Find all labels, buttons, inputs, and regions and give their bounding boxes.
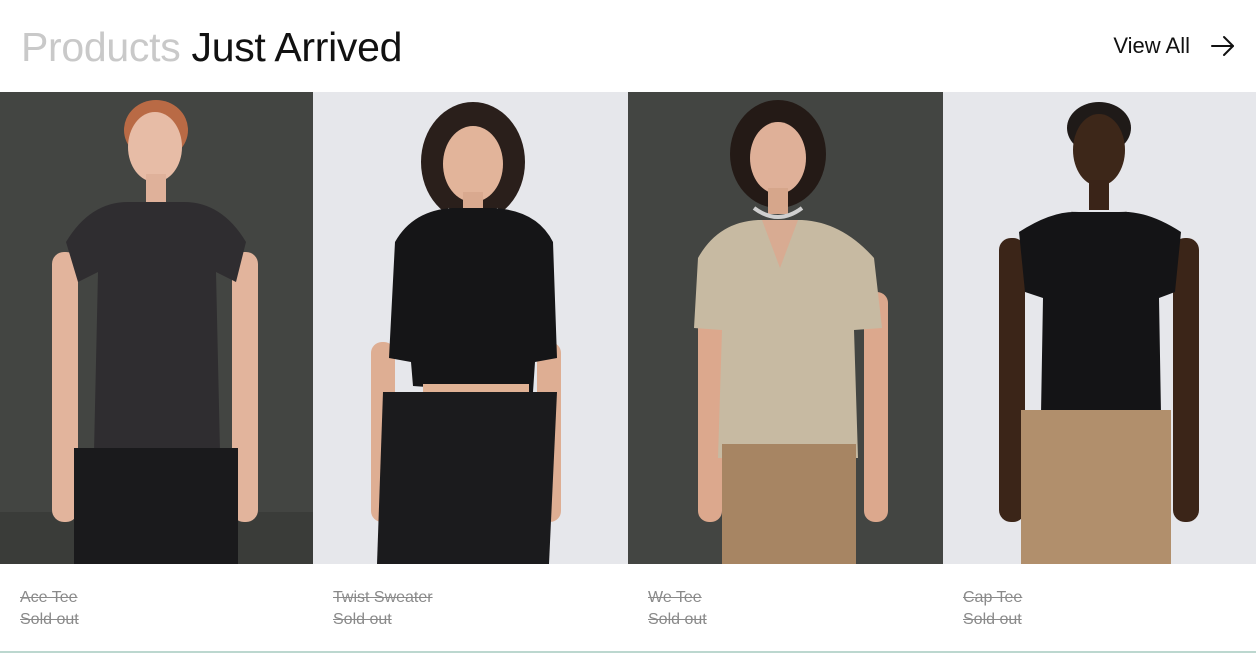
product-card[interactable]: Twist Sweater Sold out <box>313 92 628 653</box>
product-name[interactable]: Twist Sweater <box>333 587 433 609</box>
product-card[interactable]: Cap Tee Sold out <box>943 92 1256 653</box>
view-all-label: View All <box>1113 33 1190 58</box>
product-name[interactable]: We Tee <box>648 587 707 609</box>
product-meta: We Tee Sold out <box>648 587 707 631</box>
product-status: Sold out <box>963 611 1022 628</box>
section-title: Products Just Arrived <box>21 24 402 70</box>
product-card[interactable]: Ace Tee Sold out <box>0 92 313 653</box>
product-status: Sold out <box>648 611 707 628</box>
product-card[interactable]: We Tee Sold out <box>628 92 943 653</box>
product-status: Sold out <box>333 611 392 628</box>
product-image[interactable] <box>628 92 943 564</box>
product-image[interactable] <box>943 92 1256 564</box>
product-image[interactable] <box>0 92 313 564</box>
section-title-main: Just Arrived <box>191 24 403 70</box>
arrow-right-icon <box>1210 33 1236 59</box>
view-all-link[interactable]: View All <box>1113 30 1236 62</box>
product-meta: Ace Tee Sold out <box>20 587 79 631</box>
product-status: Sold out <box>20 611 79 628</box>
product-image[interactable] <box>313 92 628 564</box>
product-name[interactable]: Ace Tee <box>20 587 79 609</box>
product-name[interactable]: Cap Tee <box>963 587 1022 609</box>
product-grid: Ace Tee Sold out Twist Sweater Sold out … <box>0 92 1256 653</box>
section-header: Products Just Arrived View All <box>0 0 1256 92</box>
product-meta: Cap Tee Sold out <box>963 587 1022 631</box>
product-meta: Twist Sweater Sold out <box>333 587 433 631</box>
section-title-prefix: Products <box>21 24 181 70</box>
